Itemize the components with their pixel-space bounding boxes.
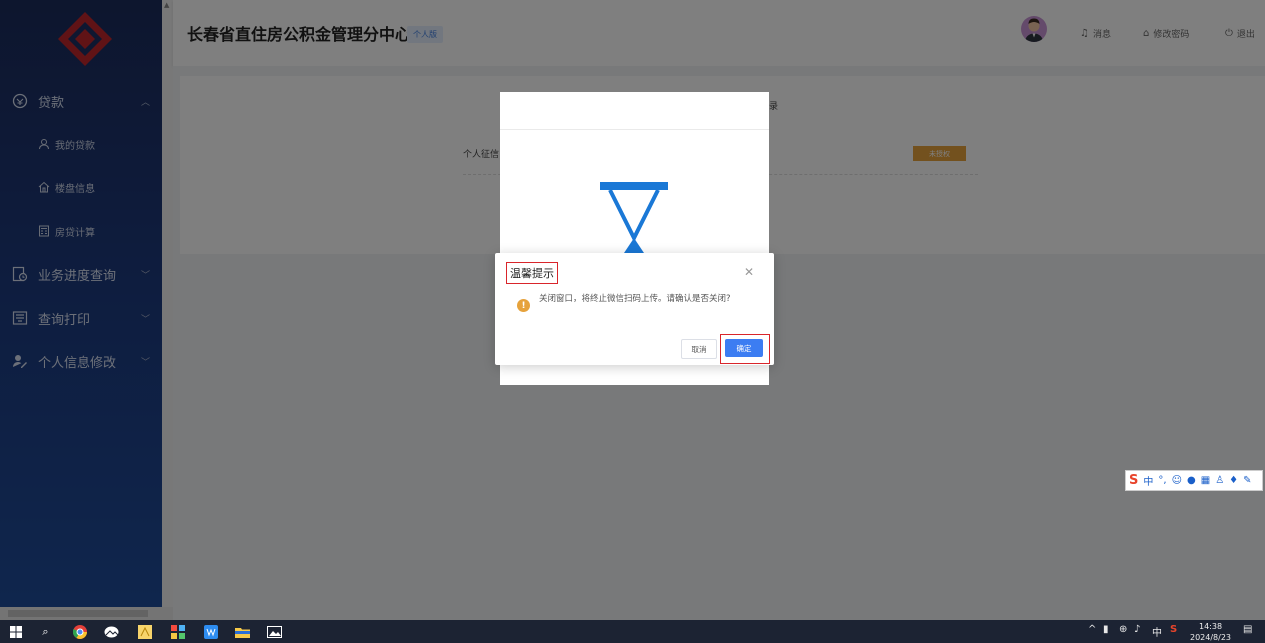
notification-icon[interactable]: ▤: [1243, 624, 1252, 635]
ime-language[interactable]: 中: [1143, 473, 1153, 488]
windows-start-icon[interactable]: [8, 624, 23, 639]
warning-icon: !: [517, 299, 530, 312]
skin-icon[interactable]: ♦: [1229, 475, 1238, 486]
network-icon[interactable]: ⊕: [1119, 624, 1127, 635]
confirm-button[interactable]: 确定: [725, 339, 763, 357]
search-icon[interactable]: ⌕: [38, 624, 53, 639]
sogou-tray-icon[interactable]: S: [1170, 624, 1177, 635]
close-icon[interactable]: ✕: [744, 265, 754, 279]
tool-icon[interactable]: ✎: [1243, 475, 1251, 486]
app-icon[interactable]: [170, 624, 185, 639]
clock-time: 14:38: [1198, 622, 1223, 631]
input-language[interactable]: 中: [1152, 624, 1162, 639]
tray-expand-icon[interactable]: ^: [1088, 624, 1096, 635]
hourglass-icon: [600, 182, 668, 262]
upload-dialog-header: [500, 92, 769, 130]
dialog-message: 关闭窗口，将终止微信扫码上传。请确认是否关闭?: [539, 294, 731, 304]
file-explorer-icon[interactable]: [235, 624, 250, 639]
dialog-title: 温馨提示: [506, 262, 558, 284]
volume-icon[interactable]: ♪: [1134, 624, 1140, 635]
image-viewer-icon[interactable]: [267, 624, 282, 639]
confirm-dialog: 温馨提示 ✕ ! 关闭窗口，将终止微信扫码上传。请确认是否关闭? 取消 确定: [495, 253, 774, 365]
clock[interactable]: 14:38 2024/8/23: [1190, 621, 1231, 643]
wps-icon[interactable]: [203, 624, 218, 639]
taskbar: ⌕ ^ ▮ ⊕ ♪ 中 S 14:38 2024/8/23 ▤: [0, 620, 1265, 643]
tray-app-icon[interactable]: ▮: [1103, 624, 1109, 635]
app-icon[interactable]: [137, 624, 152, 639]
keyboard-icon[interactable]: ▦: [1201, 475, 1210, 486]
microphone-icon[interactable]: ●: [1187, 475, 1196, 486]
clock-date: 2024/8/23: [1190, 633, 1232, 642]
emoji-icon[interactable]: ☺: [1172, 475, 1182, 486]
user-icon[interactable]: ♙: [1215, 475, 1224, 486]
cancel-button[interactable]: 取消: [681, 339, 717, 359]
punctuation-icon[interactable]: °,: [1158, 475, 1166, 486]
chrome-icon[interactable]: [72, 624, 87, 639]
sogou-icon[interactable]: S: [1129, 473, 1138, 488]
ime-toolbar[interactable]: S 中 °, ☺ ● ▦ ♙ ♦ ✎: [1125, 470, 1263, 491]
photos-app-icon[interactable]: [104, 624, 119, 639]
